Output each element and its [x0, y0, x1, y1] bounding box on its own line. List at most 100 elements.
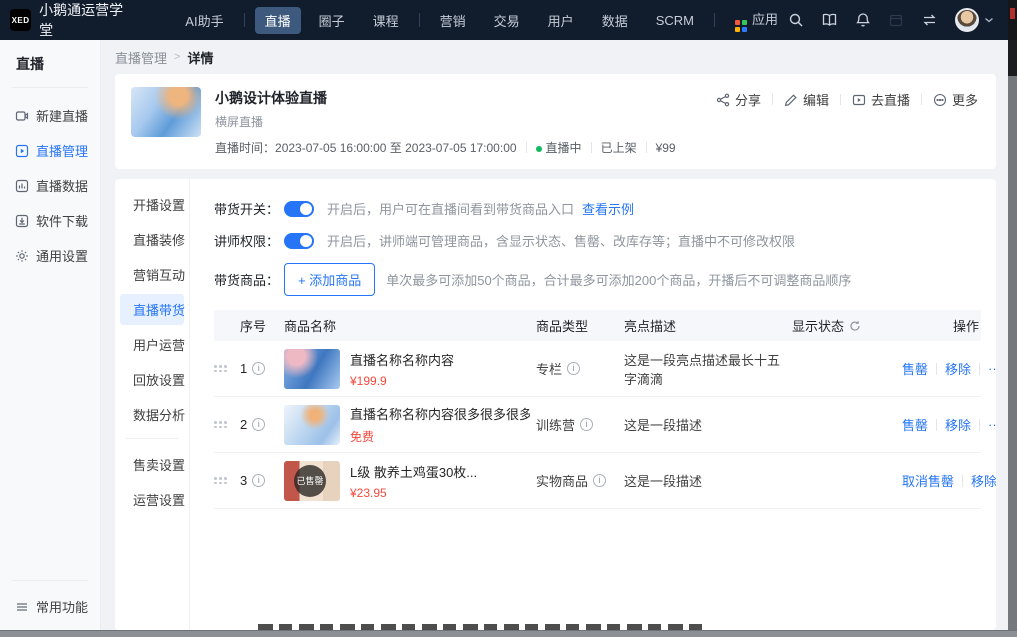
nav-divider: [419, 13, 420, 27]
sidebar-item-software-download[interactable]: 软件下载: [0, 203, 100, 238]
live-info: 小鹅设计体验直播 横屏直播 直播时间：2023-07-05 16:00:00 至…: [215, 87, 676, 156]
drag-handle-icon[interactable]: [214, 421, 227, 428]
calendar-icon[interactable]: [888, 12, 904, 28]
logo-icon[interactable]: XED: [10, 9, 31, 31]
sidebar-item-label: 软件下载: [36, 211, 88, 230]
more-button[interactable]: 更多: [933, 90, 978, 109]
product-image: 已售罄: [284, 461, 340, 501]
divider: [646, 142, 647, 153]
view-example-link[interactable]: 查看示例: [582, 202, 634, 217]
sidebar-item-common-functions[interactable]: 常用功能: [0, 589, 100, 624]
product-price: 免费: [350, 428, 530, 445]
drag-handle-icon[interactable]: [214, 365, 227, 372]
divider: [591, 142, 592, 153]
topbar: XED 小鹅通运营学堂 AI助手 直播 圈子 课程 营销 交易 用户 数据 SC…: [0, 0, 1008, 40]
tab-broadcast-settings[interactable]: 开播设置: [120, 189, 184, 220]
topnav-item-course[interactable]: 课程: [363, 7, 409, 34]
goods-switch-label: 带货开关：: [214, 199, 284, 218]
share-icon: [716, 93, 730, 107]
bell-icon[interactable]: [855, 12, 871, 28]
topnav-item-live[interactable]: 直播: [255, 7, 301, 34]
row-index: 1i: [240, 361, 284, 376]
table-row: 1i 直播名称名称内容¥199.9 专栏i 这是一段亮点描述最长十五字滴滴 售罄…: [214, 341, 981, 397]
more-actions[interactable]: ···: [988, 361, 996, 376]
topnav-item-trade[interactable]: 交易: [484, 7, 530, 34]
live-header-card: 小鹅设计体验直播 横屏直播 直播时间：2023-07-05 16:00:00 至…: [115, 74, 996, 169]
topnav-item-data[interactable]: 数据: [592, 7, 638, 34]
live-cover-image: [131, 87, 201, 137]
live-price: ¥99: [656, 141, 676, 155]
sidebar-item-general-settings[interactable]: 通用设置: [0, 238, 100, 273]
switch-account-icon[interactable]: [921, 13, 938, 27]
edit-button[interactable]: 编辑: [784, 90, 829, 109]
remove-action[interactable]: 移除: [945, 415, 971, 434]
cancel-soldout-action[interactable]: 取消售罄: [902, 471, 954, 490]
window-edge: [0, 630, 1017, 637]
soldout-badge: 已售罄: [294, 465, 326, 497]
col-index: 序号: [240, 316, 284, 335]
topnav-item-scrm[interactable]: SCRM: [646, 9, 704, 32]
account-menu[interactable]: [955, 8, 994, 32]
topnav-item-user[interactable]: 用户: [538, 7, 584, 34]
breadcrumb-parent[interactable]: 直播管理: [115, 48, 167, 67]
info-icon[interactable]: i: [252, 418, 265, 431]
tab-sale-settings[interactable]: 售卖设置: [120, 449, 184, 480]
info-icon[interactable]: i: [567, 362, 580, 375]
refresh-icon[interactable]: [849, 320, 861, 332]
sidebar: 直播 新建直播 直播管理 直播数据 软件下载 通用设置 常用功能: [0, 40, 101, 630]
share-button[interactable]: 分享: [716, 90, 761, 109]
teacher-perm-label: 讲师权限：: [214, 231, 284, 250]
apps-grid-icon: [735, 20, 747, 32]
book-icon[interactable]: [821, 12, 838, 28]
highlight-desc: 这是一段描述: [624, 471, 792, 490]
more-actions[interactable]: ···: [988, 417, 996, 432]
nav-divider: [244, 13, 245, 27]
product-name: 直播名称名称内容很多很多很多很...: [350, 404, 530, 423]
info-icon[interactable]: i: [580, 418, 593, 431]
go-live-button[interactable]: 去直播: [852, 90, 910, 109]
highlight-desc: 这是一段描述: [624, 415, 792, 434]
product-cell: 已售罄 L级 散养土鸡蛋30枚...¥23.95: [284, 461, 536, 501]
table-row: 2i 直播名称名称内容很多很多很多很...免费 训练营i 这是一段描述 售罄 移…: [214, 397, 981, 453]
col-actions: 操作: [902, 316, 981, 335]
tab-live-decoration[interactable]: 直播装修: [120, 224, 184, 255]
tab-operation-settings[interactable]: 运营设置: [120, 484, 184, 515]
window-scrollbar[interactable]: [1008, 0, 1017, 637]
topnav-item-marketing[interactable]: 营销: [430, 7, 476, 34]
soldout-action[interactable]: 售罄: [902, 415, 928, 434]
divider: [962, 475, 963, 487]
goods-switch-toggle[interactable]: [284, 201, 314, 217]
teacher-perm-toggle[interactable]: [284, 233, 314, 249]
drag-handle-icon[interactable]: [214, 477, 227, 484]
soldout-action[interactable]: 售罄: [902, 359, 928, 378]
goods-hint: 单次最多可添加50个商品，合计最多可添加200个商品，开播后不可调整商品顺序: [386, 270, 851, 289]
detail-card: 开播设置 直播装修 营销互动 直播带货 用户运营 回放设置 数据分析 售卖设置 …: [115, 179, 996, 630]
divider: [936, 363, 937, 375]
info-icon[interactable]: i: [593, 474, 606, 487]
remove-action[interactable]: 移除: [971, 471, 996, 490]
topnav-item-apps[interactable]: 应用: [725, 5, 788, 36]
sidebar-item-new-live[interactable]: 新建直播: [0, 98, 100, 133]
topnav-item-circle[interactable]: 圈子: [309, 7, 355, 34]
col-desc: 亮点描述: [624, 316, 792, 335]
product-cell: 直播名称名称内容¥199.9: [284, 349, 536, 389]
search-icon[interactable]: [788, 12, 804, 28]
tab-user-operation[interactable]: 用户运营: [120, 329, 184, 360]
tab-data-analysis[interactable]: 数据分析: [120, 399, 184, 430]
info-icon[interactable]: i: [252, 474, 265, 487]
sidebar-item-live-data[interactable]: 直播数据: [0, 168, 100, 203]
divider: [979, 419, 980, 431]
remove-action[interactable]: 移除: [945, 359, 971, 378]
tab-replay-settings[interactable]: 回放设置: [120, 364, 184, 395]
bar-chart-icon: [15, 179, 29, 193]
tab-live-goods[interactable]: 直播带货: [120, 294, 184, 325]
divider: [125, 438, 179, 439]
goods-label: 带货商品：: [214, 270, 284, 289]
add-goods-button[interactable]: + 添加商品: [284, 263, 375, 296]
divider: [772, 94, 773, 105]
product-image: [284, 405, 340, 445]
topnav-item-ai[interactable]: AI助手: [175, 7, 233, 34]
info-icon[interactable]: i: [252, 362, 265, 375]
tab-marketing-interaction[interactable]: 营销互动: [120, 259, 184, 290]
sidebar-item-live-manage[interactable]: 直播管理: [0, 133, 100, 168]
